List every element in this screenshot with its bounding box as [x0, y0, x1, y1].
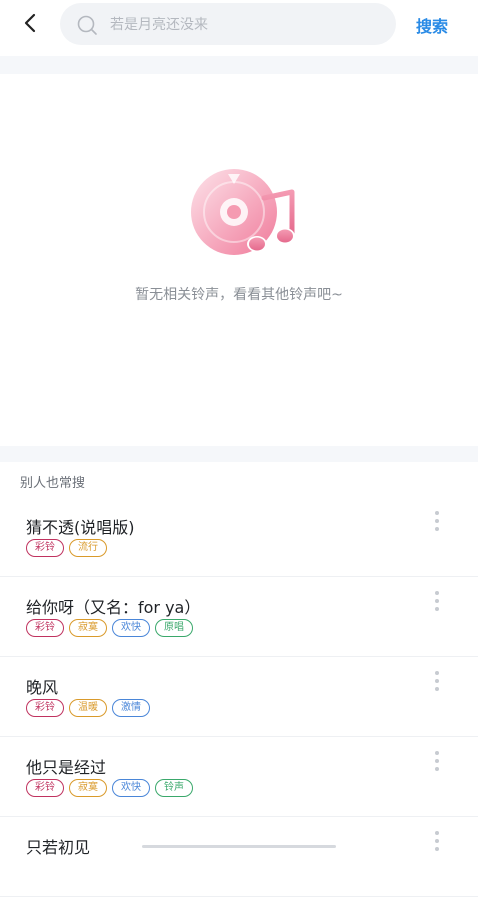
song-tag: 彩铃: [26, 539, 64, 557]
song-tag: 彩铃: [26, 619, 64, 637]
top-bar: 搜索: [0, 0, 478, 50]
more-dot: [435, 607, 439, 611]
song-title: 给你呀（又名：for ya）: [26, 598, 201, 617]
more-dot: [435, 847, 439, 851]
more-vertical-icon[interactable]: [430, 751, 444, 777]
more-vertical-icon[interactable]: [430, 831, 444, 857]
suggestions-title: 别人也常搜: [20, 476, 86, 491]
song-tag: 彩铃: [26, 779, 64, 797]
song-list-item[interactable]: 他只是经过彩铃 寂寞 欢快 铃声: [0, 737, 478, 817]
search-box[interactable]: [60, 3, 396, 47]
more-dot: [435, 767, 439, 771]
more-vertical-icon[interactable]: [430, 511, 444, 537]
more-dot: [435, 831, 439, 835]
more-dot: [435, 751, 439, 755]
search-icon: [77, 15, 97, 35]
song-title: 他只是经过: [26, 758, 107, 777]
song-list-item[interactable]: 晚风彩铃 温暖 激情: [0, 657, 478, 737]
song-tag: 欢快: [112, 779, 150, 797]
song-tags: 彩铃 流行: [26, 539, 107, 557]
section-divider-band: [0, 446, 478, 462]
song-tag: 寂寞: [69, 779, 107, 797]
more-vertical-icon[interactable]: [430, 591, 444, 617]
song-list-item[interactable]: 只若初见: [0, 817, 478, 897]
home-indicator: [142, 845, 336, 848]
more-dot: [435, 519, 439, 523]
music-disc-icon: [191, 169, 295, 255]
song-tags: 彩铃 寂寞 欢快 原唱: [26, 619, 193, 637]
song-list-item[interactable]: 猜不透(说唱版) 彩铃 流行: [0, 497, 478, 577]
song-tags: 彩铃 寂寞 欢快 铃声: [26, 779, 193, 797]
more-dot: [435, 671, 439, 675]
song-title: 只若初见: [26, 838, 91, 857]
more-dot: [435, 599, 439, 603]
song-tag: 原唱: [155, 619, 193, 637]
song-tag: 流行: [69, 539, 107, 557]
top-divider-band: [0, 56, 478, 74]
more-dot: [435, 511, 439, 515]
empty-state-message: 暂无相关铃声，看看其他铃声吧~: [135, 287, 343, 303]
more-dot: [435, 839, 439, 843]
more-dot: [435, 527, 439, 531]
song-tag: 温暖: [69, 699, 107, 717]
chevron-left-icon[interactable]: [18, 10, 44, 36]
song-tags: 彩铃 温暖 激情: [26, 699, 150, 717]
song-title: 猜不透(说唱版): [26, 518, 135, 537]
song-list: 猜不透(说唱版) 彩铃 流行 给你呀（又名：for ya） 彩铃 寂寞 欢快 原唱 晚风 彩铃 温暖…: [0, 497, 478, 897]
more-vertical-icon[interactable]: [430, 671, 444, 697]
search-button[interactable]: 搜索: [416, 13, 448, 37]
song-tag: 寂寞: [69, 619, 107, 637]
song-tag: 欢快: [112, 619, 150, 637]
more-dot: [435, 591, 439, 595]
song-tag: 铃声: [155, 779, 193, 797]
more-dot: [435, 759, 439, 763]
more-dot: [435, 679, 439, 683]
song-title: 晚风: [26, 678, 59, 697]
song-tag: 激情: [112, 699, 150, 717]
more-dot: [435, 687, 439, 691]
empty-state: [0, 74, 478, 446]
song-tag: 彩铃: [26, 699, 64, 717]
search-input[interactable]: [108, 3, 382, 47]
song-list-item[interactable]: 给你呀（又名：for ya） 彩铃 寂寞 欢快 原唱: [0, 577, 478, 657]
